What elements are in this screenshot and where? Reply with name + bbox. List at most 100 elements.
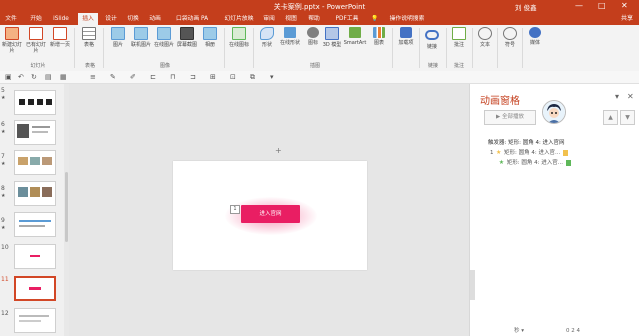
table-button[interactable]: 表格	[78, 27, 100, 48]
web-picture-button[interactable]: 在线图片	[153, 27, 175, 48]
minimize-button[interactable]: —	[575, 1, 583, 10]
timeline-ruler: 0 2 4	[566, 328, 580, 334]
timing-bar	[565, 159, 571, 166]
format-painter-icon[interactable]: ✎	[110, 73, 116, 81]
tab-islide[interactable]: iSlide	[52, 13, 70, 25]
symbol-button[interactable]: 符号	[499, 27, 521, 48]
entrance-star-icon: ★	[496, 149, 502, 156]
share-button[interactable]: 共享	[621, 13, 633, 25]
timing-bar	[562, 149, 568, 156]
save-icon[interactable]: ▣	[5, 73, 12, 81]
close-button[interactable]: ✕	[621, 1, 628, 10]
tab-pocket-animation[interactable]: 口袋动画 PA	[170, 13, 214, 25]
enter-website-button[interactable]: 进入官网	[241, 205, 300, 223]
group-divider	[522, 28, 523, 68]
redo-icon[interactable]: ↻	[31, 73, 37, 81]
bring-forward-icon[interactable]: ⧉	[250, 73, 255, 82]
group-divider	[74, 28, 75, 68]
thumb-image	[14, 308, 56, 333]
tab-view[interactable]: 视图	[284, 13, 298, 25]
new-slide-button[interactable]: 新建幻灯片	[1, 27, 23, 54]
distribute-icon[interactable]: ⊞	[210, 73, 216, 81]
slide-11[interactable]: 1 进入官网	[173, 161, 367, 270]
entrance-star-icon: ★	[498, 159, 505, 166]
align-icon[interactable]: ≡	[90, 73, 96, 81]
animation-tag[interactable]: 1	[230, 205, 240, 214]
animation-item-1[interactable]: 1 ★ 矩形: 圆角 4: 进入官...	[490, 148, 568, 156]
tab-file[interactable]: 文件	[4, 13, 18, 25]
addins-icon	[400, 27, 412, 38]
text-icon	[478, 27, 492, 40]
animation-item-2[interactable]: ★ 矩形: 圆角 4: 进入官...	[498, 158, 571, 166]
lightbulb-icon: 💡	[371, 16, 379, 22]
group-label-comments: 批注	[453, 63, 464, 69]
group-icon[interactable]: ⊡	[230, 73, 236, 81]
slide-canvas: + 1 进入官网	[69, 84, 469, 336]
comment-button[interactable]: 批注	[448, 27, 470, 48]
tell-me-search[interactable]: 操作说明搜索	[382, 13, 432, 25]
group-divider	[392, 28, 393, 68]
move-up-button[interactable]: ▲	[603, 110, 618, 125]
more-icon[interactable]: ▾	[270, 73, 274, 81]
thumb-image	[14, 150, 56, 175]
addins-button[interactable]: 加载项	[395, 27, 417, 46]
tab-insert[interactable]: 插入	[78, 13, 98, 25]
table-icon	[82, 27, 96, 40]
media-button[interactable]: 媒体	[524, 27, 546, 46]
tab-pdf-tools[interactable]: PDF工具	[333, 13, 361, 25]
text-button[interactable]: 文本	[474, 27, 496, 48]
thumb-image	[14, 244, 56, 269]
scrollbar-thumb[interactable]	[65, 172, 68, 242]
add-page-button[interactable]: 新增一页	[49, 27, 71, 48]
grid-icon[interactable]: ▦	[60, 73, 67, 81]
pane-dropdown-icon[interactable]: ▾	[615, 92, 619, 101]
tab-review[interactable]: 审阅	[262, 13, 276, 25]
tab-design[interactable]: 设计	[104, 13, 118, 25]
online-picture-button[interactable]: 联机图片	[130, 27, 152, 48]
tab-help[interactable]: 帮助	[307, 13, 321, 25]
group-divider	[472, 28, 473, 68]
tab-transitions[interactable]: 切换	[126, 13, 140, 25]
seconds-dropdown[interactable]: 秒 ▾	[514, 326, 524, 334]
tab-slideshow[interactable]: 幻灯片放映	[222, 13, 256, 25]
quick-access-toolbar: ▣ ↶ ↻ ▤ ▦ ≡ ✎ ✐ ⊏ ⊓ ⊐ ⊞ ⊡ ⧉ ▾	[0, 71, 639, 84]
group-divider	[224, 28, 225, 68]
align-left-icon[interactable]: ⊏	[150, 73, 156, 81]
picture-button[interactable]: 图片	[107, 27, 129, 48]
tab-home[interactable]: 开始	[28, 13, 44, 25]
icons-icon	[307, 27, 319, 38]
avatar[interactable]	[542, 100, 566, 124]
ribbon-tabs: 文件 开始 iSlide 插入 设计 切换 动画 口袋动画 PA 幻灯片放映 审…	[0, 13, 639, 25]
link-button[interactable]: 链接	[421, 27, 443, 50]
pane-scrollbar[interactable]	[470, 270, 475, 300]
omega-icon	[503, 27, 517, 40]
speaker-icon	[529, 27, 541, 38]
pane-close-icon[interactable]: ✕	[627, 92, 634, 101]
online-icon-icon	[232, 27, 246, 40]
move-down-button[interactable]: ▼	[620, 110, 635, 125]
shapes-button[interactable]: 形状	[256, 27, 278, 48]
maximize-button[interactable]: □	[598, 1, 606, 10]
align-center-icon[interactable]: ⊓	[170, 73, 175, 81]
pane-title: 动画窗格	[480, 96, 520, 107]
align-right-icon[interactable]: ⊐	[190, 73, 196, 81]
pen-icon[interactable]: ✐	[130, 73, 136, 81]
user-name[interactable]: 刘 俊鑫	[515, 2, 537, 12]
existing-slide-icon	[29, 27, 43, 40]
slideshow-icon[interactable]: ▤	[45, 73, 52, 81]
3d-model-button[interactable]: 3D 模型	[321, 27, 343, 48]
tab-animations[interactable]: 动画	[148, 13, 162, 25]
thumb-image	[14, 276, 56, 301]
thumb-image	[14, 181, 56, 206]
trigger-label: 触发器: 矩形: 圆角 4: 进入官网	[488, 140, 565, 146]
existing-slide-button[interactable]: 已有幻灯片	[25, 27, 47, 54]
new-slide-icon	[5, 27, 19, 40]
play-all-button[interactable]: ▶ 全部播放	[484, 110, 536, 125]
undo-icon[interactable]: ↶	[18, 73, 24, 81]
screenshot-button[interactable]: 屏幕截图	[176, 27, 198, 48]
album-button[interactable]: 相册	[199, 27, 221, 48]
chart-button[interactable]: 图表	[368, 27, 390, 46]
online-shapes-button[interactable]: 在线形状	[279, 27, 301, 46]
smartart-button[interactable]: SmartArt	[342, 27, 368, 46]
online-icon-button[interactable]: 在线图标	[228, 27, 250, 48]
